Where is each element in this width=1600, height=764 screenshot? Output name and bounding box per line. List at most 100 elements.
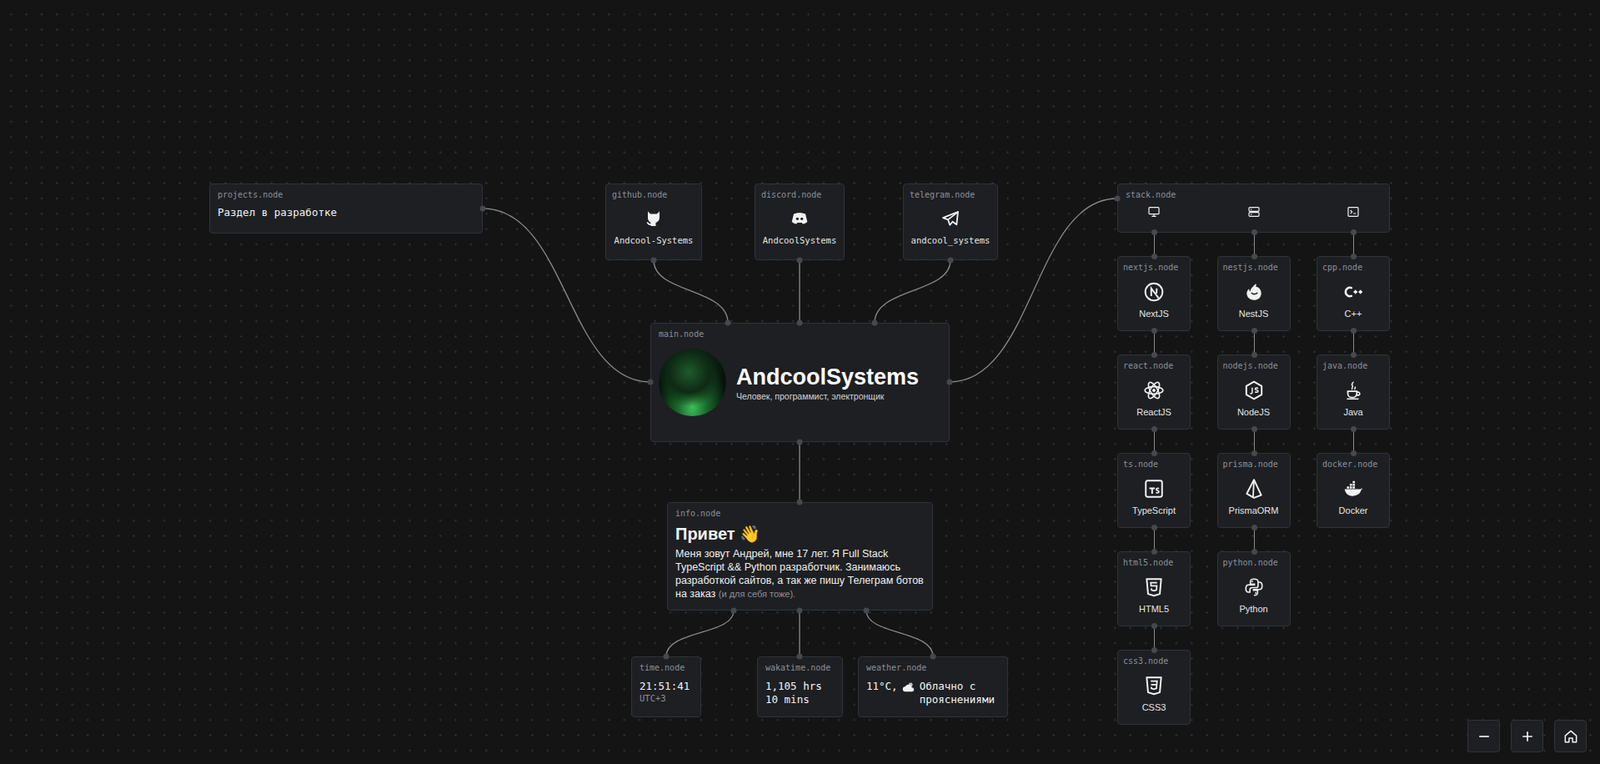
nest-logo-icon <box>1243 280 1265 303</box>
stack-item-node[interactable]: nodejs.nodeNodeJS <box>1217 354 1291 430</box>
stack-item-node[interactable]: css3.nodeCSS3 <box>1117 649 1191 725</box>
edge <box>1217 232 1291 256</box>
stack-column: cpp.nodeC++ java.nodeJava docker.nodeDocke… <box>1316 232 1390 725</box>
stack-item-node[interactable]: cpp.nodeC++ <box>1316 255 1390 332</box>
weather-node[interactable]: weather.node11°C,Облачно с прояснениями <box>857 656 1009 718</box>
stack-item-node[interactable]: nextjs.nodeNextJS <box>1117 255 1191 332</box>
handle-dot[interactable] <box>947 379 953 386</box>
stack-column: nestjs.nodeNestJS nodejs.nodeNodeJS prisma… <box>1217 232 1291 725</box>
edge <box>1316 331 1390 355</box>
handle-dot[interactable] <box>731 607 738 614</box>
tech-name: ReactJS <box>1136 406 1172 418</box>
time-zone: UTC+3 <box>639 692 693 704</box>
main-node[interactable]: main.nodeAndcoolSystemsЧеловек, программ… <box>650 322 950 442</box>
node-label: nodejs.node <box>1223 361 1279 372</box>
edge <box>1316 429 1390 453</box>
stack-node[interactable]: stack.node <box>1117 183 1390 233</box>
edge <box>1217 429 1291 453</box>
stack-item-node[interactable]: docker.nodeDocker <box>1316 452 1390 528</box>
node-label: github.node <box>611 190 668 201</box>
stack-item-node[interactable]: prisma.node PrismaORM <box>1217 452 1291 528</box>
css-logo-icon <box>1143 674 1165 697</box>
tech-name: C++ <box>1344 307 1363 320</box>
node-label: docker.node <box>1322 459 1378 470</box>
handle-dot[interactable] <box>863 607 870 614</box>
handle-dot[interactable] <box>872 320 878 327</box>
handle-dot[interactable] <box>797 499 803 506</box>
avatar-image <box>658 348 727 417</box>
diagram-canvas[interactable]: projects.node Раздел в разработке github.n… <box>0 0 1600 764</box>
stack-item-node[interactable]: html5.nodeHTML5 <box>1117 551 1191 627</box>
edge <box>798 260 800 323</box>
handle-dot[interactable] <box>651 257 658 264</box>
social-handle: AndcoolSystems <box>762 235 838 246</box>
cpp-logo-icon <box>1342 280 1365 303</box>
home-icon <box>1562 727 1580 745</box>
react-logo-icon <box>1143 379 1165 402</box>
info-node[interactable]: info.nodeПривет 👋Меня зовут Андрей, мне … <box>667 501 933 611</box>
handle-dot[interactable] <box>930 653 937 660</box>
edge <box>798 441 800 502</box>
social-node[interactable]: discord.nodeAndcoolSystems <box>754 183 845 261</box>
handle-dot[interactable] <box>797 320 803 327</box>
python-logo-icon <box>1243 576 1265 598</box>
social-node[interactable]: github.nodeAndcool-Systems <box>605 183 703 261</box>
stack-item-node[interactable]: python.node Python <box>1217 551 1291 627</box>
time-value: 21:51:41 <box>639 679 693 693</box>
stack-item-node[interactable]: ts.node TypeScript <box>1117 452 1191 528</box>
node-label: python.node <box>1223 557 1279 568</box>
prisma-logo-icon <box>1243 477 1265 500</box>
html-logo-icon <box>1143 576 1165 598</box>
time-node[interactable]: time.node21:51:41UTC+3 <box>631 656 702 718</box>
social-handle: andcool_systems <box>911 235 991 246</box>
handle-dot[interactable] <box>797 607 803 614</box>
weather-description: Облачно с прояснениями <box>919 679 1000 707</box>
projects-node[interactable]: projects.node Раздел в разработке <box>209 183 483 234</box>
zoom-in-button[interactable] <box>1510 719 1544 753</box>
ts-logo-icon <box>1143 477 1165 500</box>
next-logo-icon <box>1143 280 1165 303</box>
node-label: prisma.node <box>1223 459 1279 470</box>
stack-item-node[interactable]: nestjs.nodeNestJS <box>1217 255 1291 332</box>
node-logo-icon <box>1243 379 1265 402</box>
handle-dot[interactable] <box>1114 195 1121 202</box>
node-label: projects.node <box>217 190 475 201</box>
server-icon <box>1247 205 1261 219</box>
java-logo-icon <box>1342 379 1365 402</box>
tech-name: TypeScript <box>1132 504 1176 517</box>
handle-dot[interactable] <box>480 205 487 212</box>
stack-item-node[interactable]: react.nodeReactJS <box>1117 354 1191 430</box>
handle-dot[interactable] <box>947 257 954 264</box>
main-title: AndcoolSystems <box>736 363 919 391</box>
edge <box>866 610 933 657</box>
tech-name: PrismaORM <box>1228 504 1279 517</box>
wakatime-node[interactable]: wakatime.node1,105 hrs 10 mins <box>757 656 843 718</box>
info-heading: Привет 👋 <box>675 523 925 544</box>
handle-dot[interactable] <box>797 257 803 264</box>
node-label: ts.node <box>1123 459 1159 470</box>
edge <box>1117 232 1191 256</box>
social-node[interactable]: telegram.nodeandcool_systems <box>902 183 999 261</box>
tech-name: Python <box>1238 602 1268 615</box>
handle-dot[interactable] <box>797 653 803 660</box>
stack-column: nextjs.nodeNextJS react.nodeReactJS ts.nod… <box>1117 232 1191 725</box>
stack-item-node[interactable]: java.nodeJava <box>1316 354 1390 430</box>
edge <box>874 260 951 323</box>
edge <box>1217 331 1291 355</box>
node-label: main.node <box>658 329 942 340</box>
zoom-out-button[interactable] <box>1467 719 1500 753</box>
handle-dot[interactable] <box>797 439 803 446</box>
terminal-icon <box>1346 205 1360 219</box>
edge <box>1117 626 1191 650</box>
home-button[interactable] <box>1554 719 1587 753</box>
tech-name: NestJS <box>1238 307 1269 320</box>
handle-dot[interactable] <box>725 320 732 327</box>
info-note: (и для себя тоже). <box>718 588 796 599</box>
cloud-icon <box>901 679 917 695</box>
projects-text: Раздел в разработке <box>217 205 475 220</box>
edge <box>1316 232 1390 256</box>
handle-dot[interactable] <box>663 653 670 660</box>
handle-dot[interactable] <box>647 379 654 386</box>
docker-logo-icon <box>1342 477 1365 500</box>
node-label: nextjs.node <box>1123 262 1179 273</box>
